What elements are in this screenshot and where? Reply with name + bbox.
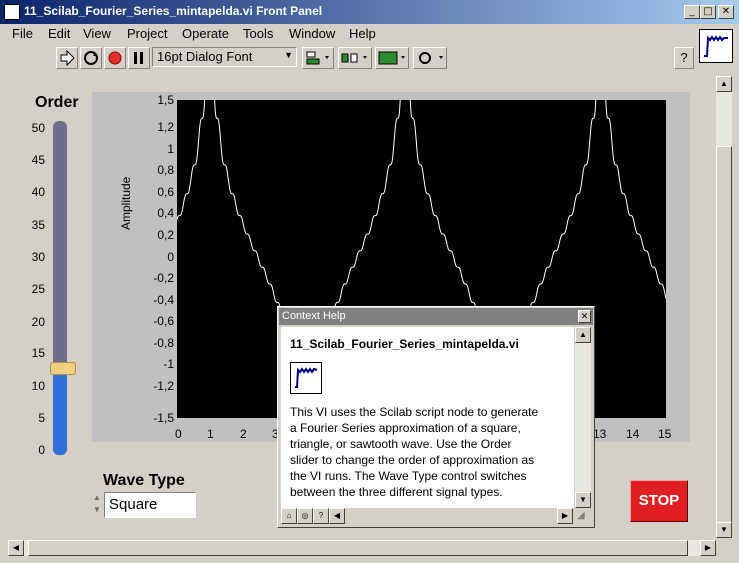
wave-type-spinner-icon[interactable]: ▲ ▼ [92,492,102,518]
scroll-thumb[interactable] [716,146,732,530]
x-tick: 0 [175,427,182,441]
x-tick: 13 [593,427,607,441]
close-icon[interactable]: ✕ [578,310,591,323]
vi-icon [290,362,322,394]
detail-icon[interactable]: ◎ [297,508,313,524]
menu-project[interactable]: Project [127,26,167,41]
run-arrow-icon[interactable] [56,47,78,69]
order-tick: 25 [31,282,45,296]
description-line: between the three different signal types… [290,485,503,499]
order-tick: 0 [38,443,45,457]
scroll-right-icon[interactable]: ▶ [700,540,716,556]
context-help-description: This VI uses the Scilab script node to g… [290,404,570,500]
chevron-down-icon: ▼ [284,50,293,60]
y-tick: -0,2 [153,271,174,285]
y-tick: 1,2 [157,120,174,134]
y-axis: 1,5 1,2 1 0,8 0,6 0,4 0,2 0 -0,2 -0,4 -0… [130,93,174,425]
y-tick: 0,4 [157,206,174,220]
order-tick: 35 [31,218,45,232]
x-tick: 1 [207,427,214,441]
y-tick: 1 [167,142,174,156]
menu-edit[interactable]: Edit [48,26,70,41]
order-tick: 40 [31,185,45,199]
labview-icon [4,4,20,20]
description-line: This VI uses the Scilab script node to g… [290,405,539,419]
x-tick: 15 [658,427,672,441]
question-icon[interactable]: ? [674,47,694,69]
menu-bar: File Edit View Project Operate Tools Win… [0,24,739,44]
menu-file[interactable]: File [12,26,33,41]
y-tick: -1,5 [153,411,174,425]
y-tick: 0 [167,250,174,264]
font-select-value: 16pt Dialog Font [157,49,253,64]
scroll-up-icon[interactable]: ▲ [716,76,732,92]
wave-type-label: Wave Type [103,472,185,489]
context-help-heading: 11_Scilab_Fourier_Series_mintapelda.vi [290,337,519,351]
stop-button[interactable]: STOP [630,480,688,522]
help-link-icon[interactable]: ? [313,508,329,524]
close-button[interactable]: ✕ [718,5,734,19]
description-line: triangle, or sawtooth wave. Use the Orde… [290,437,512,451]
order-tick: 20 [31,315,45,329]
context-help-title: Context Help [279,308,593,325]
scroll-right-icon[interactable]: ▶ [557,508,573,524]
scroll-thumb[interactable] [28,540,688,556]
y-tick: -0,6 [153,314,174,328]
scroll-left-icon[interactable]: ◀ [8,540,24,556]
y-tick: 0,6 [157,185,174,199]
y-tick: 0,8 [157,163,174,177]
menu-help[interactable]: Help [349,26,376,41]
toolbar: ? [0,44,739,72]
context-help-bottom-bar: ⌂ ◎ ? ◀ ▶ ◢ [281,508,591,524]
menu-operate[interactable]: Operate [182,26,229,41]
wave-type-select[interactable]: Square [104,492,196,518]
reorder-icon[interactable] [413,47,447,69]
scroll-up-icon[interactable]: ▲ [575,327,591,343]
scroll-down-icon[interactable]: ▼ [716,522,732,538]
x-tick: 14 [626,427,640,441]
font-select[interactable]: 16pt Dialog Font ▼ [152,47,297,67]
y-tick: 0,2 [157,228,174,242]
order-tick: 5 [38,411,45,425]
align-objects-icon[interactable] [302,47,334,69]
lock-icon[interactable]: ⌂ [281,508,297,524]
order-slider-thumb[interactable] [50,362,76,376]
maximize-button[interactable]: □ [700,5,716,19]
resize-grip-icon[interactable]: ◢ [577,510,585,521]
order-tick: 50 [31,121,45,135]
y-tick: 1,5 [157,93,174,107]
resize-objects-icon[interactable] [375,47,409,69]
pause-icon[interactable] [128,47,150,69]
distribute-objects-icon[interactable] [338,47,372,69]
order-label: Order [35,94,79,111]
menu-view[interactable]: View [83,26,111,41]
window-title: 11_Scilab_Fourier_Series_mintapelda.vi F… [24,4,323,18]
order-tick: 15 [31,346,45,360]
menu-window[interactable]: Window [289,26,335,41]
scroll-down-icon[interactable]: ▼ [575,492,591,508]
order-slider-fill [53,368,67,455]
order-tick: 30 [31,250,45,264]
order-tick: 45 [31,153,45,167]
order-tick: 10 [31,379,45,393]
context-help-scrollbar[interactable]: ▲ ▼ [575,327,591,508]
description-line: a Fourier Series approximation of a squa… [290,421,521,435]
y-tick: -1 [163,357,174,371]
menu-tools[interactable]: Tools [243,26,273,41]
run-continuously-icon[interactable] [80,47,102,69]
y-tick: -0,8 [153,336,174,350]
y-tick: -0,4 [153,293,174,307]
description-line: slider to change the order of approximat… [290,453,535,467]
horizontal-scrollbar[interactable]: ◀ ▶ [8,540,716,556]
vertical-scrollbar[interactable]: ▲ ▼ [716,76,732,538]
y-tick: -1,2 [153,379,174,393]
minimize-button[interactable]: _ [684,5,700,19]
description-line: the VI runs. The Wave Type control switc… [290,469,527,483]
abort-icon[interactable] [104,47,126,69]
scroll-left-icon[interactable]: ◀ [329,508,345,524]
x-tick: 2 [240,427,247,441]
